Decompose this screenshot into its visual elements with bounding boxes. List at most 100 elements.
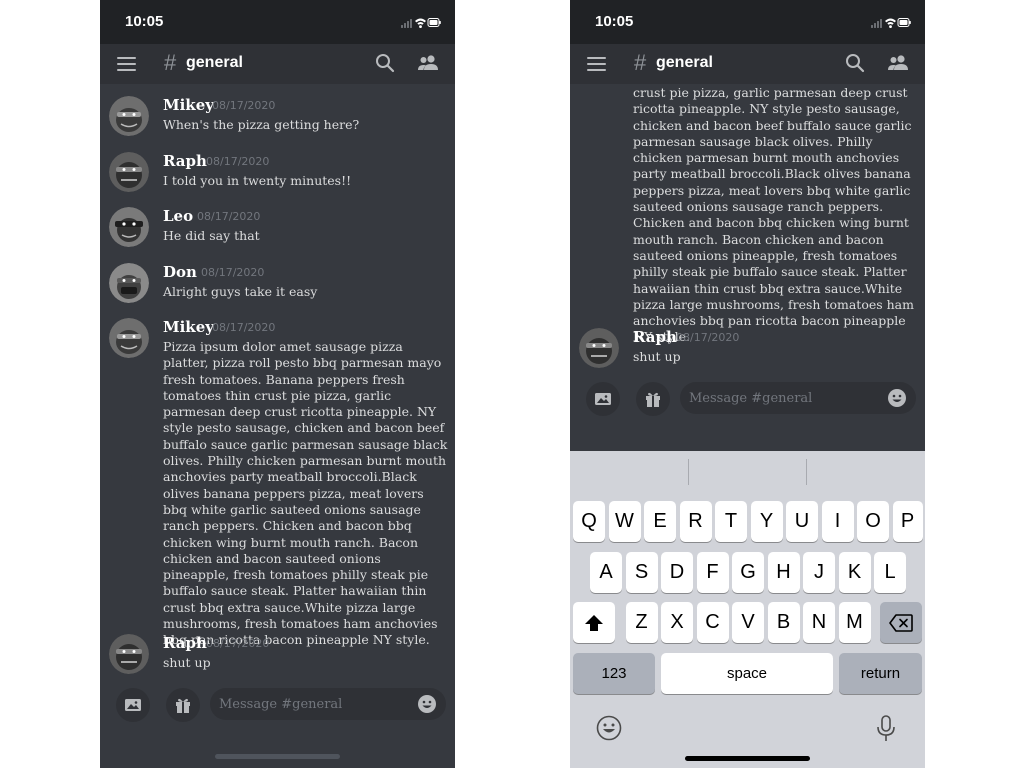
wifi-icon [885,18,896,28]
message-timestamp: 08/17/2020 [206,155,270,168]
channel-hash-icon: # [164,50,177,75]
avatar[interactable] [109,318,149,358]
key-v[interactable]: V [732,602,764,643]
key-j[interactable]: J [803,552,835,593]
key-d[interactable]: D [661,552,693,593]
key-n[interactable]: N [803,602,835,643]
key-t[interactable]: T [715,501,747,542]
key-z[interactable]: Z [625,602,658,643]
channel-title: general [656,54,713,71]
key-k[interactable]: K [838,552,871,593]
image-icon [125,699,141,711]
emoji-icon[interactable] [418,695,436,713]
message-timestamp: 08/17/2020 [206,637,270,650]
message-author[interactable]: Mikey [163,318,214,336]
shift-key[interactable] [573,602,615,643]
suggestion-divider [806,459,807,485]
message-text: I told you in twenty minutes!! [163,173,352,188]
key-f[interactable]: F [696,552,729,593]
message-text: Pizza ipsum dolor amet sausage pizza pla… [163,339,448,648]
key-p[interactable]: P [892,501,923,542]
message-composer [100,683,455,733]
onscreen-keyboard: Q W E R T Y U I O P A S D F G H J K L Z … [570,451,925,768]
message-author[interactable]: Mikey [163,96,214,114]
key-a[interactable]: A [590,552,622,593]
numbers-key[interactable]: 123 [573,653,655,694]
message-text: When's the pizza getting here? [163,117,360,132]
message-author[interactable]: Raph [633,328,677,346]
image-icon [595,393,611,405]
channel-header: # general [570,44,925,84]
key-x[interactable]: X [661,602,693,643]
key-l[interactable]: L [874,552,906,593]
shift-icon [585,614,603,631]
gift-icon [646,392,660,407]
emoji-icon[interactable] [888,389,906,407]
avatar[interactable] [109,152,149,192]
space-key[interactable]: space [661,653,833,694]
gift-icon [176,698,190,713]
key-e[interactable]: E [644,501,676,542]
message-timestamp: 08/17/2020 [212,99,276,112]
avatar[interactable] [579,328,619,368]
key-u[interactable]: U [786,501,818,542]
avatar[interactable] [109,96,149,136]
channel-title: general [186,54,243,71]
gift-button[interactable] [166,688,200,722]
message-text: shut up [163,655,211,670]
message-text: shut up [633,349,681,364]
search-icon[interactable] [375,53,395,73]
key-q[interactable]: Q [573,501,605,542]
attach-image-button[interactable] [586,382,620,416]
key-c[interactable]: C [696,602,729,643]
key-i[interactable]: I [821,501,854,542]
backspace-key[interactable] [880,602,922,643]
home-indicator [215,754,340,759]
members-icon[interactable] [887,53,909,73]
status-bar: 10:05 [100,0,455,44]
return-key[interactable]: return [839,653,922,694]
hamburger-menu-icon[interactable] [587,56,607,72]
key-h[interactable]: H [767,552,800,593]
hamburger-menu-icon[interactable] [117,56,137,72]
message-timestamp: 08/17/2020 [212,321,276,334]
message-timestamp: 08/17/2020 [676,331,740,344]
avatar[interactable] [109,634,149,674]
key-o[interactable]: O [857,501,889,542]
status-bar: 10:05 [570,0,925,44]
avatar[interactable] [109,207,149,247]
phone-screen-right: crust pie pizza, garlic parmesan deep cr… [570,0,925,768]
wifi-icon [415,18,426,28]
status-icons [871,14,911,33]
microphone-icon[interactable] [875,715,897,743]
status-time: 10:05 [595,13,634,30]
message-author[interactable]: Raph [163,152,207,170]
message-input[interactable] [210,688,446,720]
key-m[interactable]: M [838,602,871,643]
status-icons [401,14,441,33]
key-b[interactable]: B [767,602,800,643]
message-author[interactable]: Leo [163,207,193,225]
key-g[interactable]: G [732,552,764,593]
home-indicator [685,756,810,761]
members-icon[interactable] [417,53,439,73]
key-y[interactable]: Y [750,501,783,542]
key-r[interactable]: R [679,501,712,542]
keyboard-emoji-icon[interactable] [596,715,622,741]
search-icon[interactable] [845,53,865,73]
gift-button[interactable] [636,382,670,416]
message-author[interactable]: Don [163,263,197,281]
key-w[interactable]: W [608,501,641,542]
channel-header: # general [100,44,455,84]
backspace-icon [889,613,913,632]
message-input[interactable] [680,382,916,414]
phone-screen-left: 10:05 # general Mikey 08/17/2020 When's … [100,0,455,768]
attach-image-button[interactable] [116,688,150,722]
message-text-partial: crust pie pizza, garlic parmesan deep cr… [633,85,914,345]
avatar[interactable] [109,263,149,303]
message-author[interactable]: Raph [163,634,207,652]
message-timestamp: 08/17/2020 [201,266,265,279]
key-s[interactable]: S [625,552,658,593]
status-time: 10:05 [125,13,164,30]
cellular-signal-icon [871,19,882,28]
